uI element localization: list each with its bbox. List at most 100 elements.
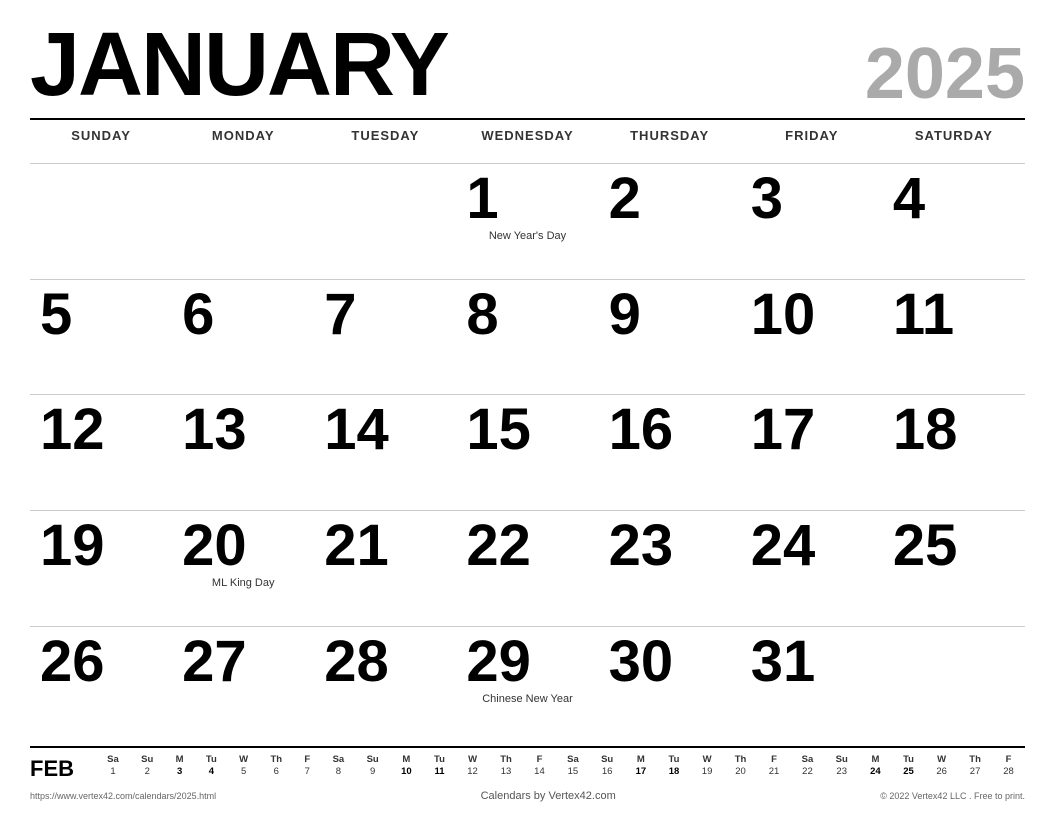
mini-day-number: 23 <box>824 765 859 778</box>
mini-day-number: 13 <box>489 765 523 778</box>
mini-day-header: M <box>390 754 423 765</box>
mini-day-header: W <box>456 754 489 765</box>
day-number: 29 <box>466 633 531 691</box>
mini-day-number: 16 <box>590 765 625 778</box>
mini-day-header: W <box>691 754 724 765</box>
year-title: 2025 <box>865 38 1025 110</box>
mini-day-header: Th <box>724 754 758 765</box>
day-number: 22 <box>466 517 531 575</box>
mini-day-number: 15 <box>556 765 590 778</box>
mini-day-header: Su <box>590 754 625 765</box>
mini-day-number: 1 <box>96 765 130 778</box>
day-cell: 21 <box>314 510 456 626</box>
day-number: 19 <box>40 517 105 575</box>
day-number: 17 <box>751 401 816 459</box>
calendar-container: JANUARY 2025 SUNDAYMONDAYTUESDAYWEDNESDA… <box>0 0 1055 814</box>
day-header: SUNDAY <box>30 122 172 163</box>
mini-day-header: M <box>859 754 892 765</box>
mini-calendar-section: FEB SaSuMTuWThFSaSuMTuWThFSaSuMTuWThFSaS… <box>30 746 1025 786</box>
mini-day-header: Th <box>958 754 992 765</box>
day-cell: 6 <box>172 279 314 395</box>
day-cell: 30 <box>599 626 741 742</box>
mini-day-header: F <box>992 754 1025 765</box>
day-number: 6 <box>182 286 214 344</box>
day-header: THURSDAY <box>599 122 741 163</box>
mini-day-header: F <box>758 754 791 765</box>
month-title: JANUARY <box>30 20 448 110</box>
mini-day-header: W <box>228 754 259 765</box>
mini-day-number: 25 <box>892 765 925 778</box>
day-cell: 12 <box>30 394 172 510</box>
mini-day-header: W <box>925 754 958 765</box>
mini-day-number: 2 <box>130 765 164 778</box>
day-cell: 17 <box>741 394 883 510</box>
day-number: 13 <box>182 401 247 459</box>
holiday-label: Chinese New Year <box>466 693 588 705</box>
day-cell: 11 <box>883 279 1025 395</box>
mini-day-number: 11 <box>423 765 456 778</box>
mini-day-header: M <box>164 754 194 765</box>
empty-cell <box>314 163 456 279</box>
mini-day-number: 19 <box>691 765 724 778</box>
day-number: 25 <box>893 517 958 575</box>
mini-day-header: Th <box>259 754 293 765</box>
day-number: 3 <box>751 170 783 228</box>
empty-cell <box>883 626 1025 742</box>
mini-day-header: Sa <box>321 754 355 765</box>
footer-row: https://www.vertex42.com/calendars/2025.… <box>30 786 1025 804</box>
day-cell: 5 <box>30 279 172 395</box>
day-header: SATURDAY <box>883 122 1025 163</box>
mini-day-number: 17 <box>624 765 657 778</box>
day-number: 15 <box>466 401 531 459</box>
calendar-grid: SUNDAYMONDAYTUESDAYWEDNESDAYTHURSDAYFRID… <box>30 122 1025 742</box>
header-divider <box>30 118 1025 120</box>
mini-day-number: 3 <box>164 765 194 778</box>
mini-day-header: Th <box>489 754 523 765</box>
day-number: 7 <box>324 286 356 344</box>
mini-day-header: Tu <box>657 754 690 765</box>
empty-cell <box>30 163 172 279</box>
empty-cell <box>172 163 314 279</box>
footer-url: https://www.vertex42.com/calendars/2025.… <box>30 791 216 801</box>
day-cell: 23 <box>599 510 741 626</box>
day-number: 30 <box>609 633 674 691</box>
day-cell: 13 <box>172 394 314 510</box>
mini-day-number: 7 <box>293 765 321 778</box>
mini-day-header: F <box>293 754 321 765</box>
day-cell: 18 <box>883 394 1025 510</box>
day-number: 4 <box>893 170 925 228</box>
day-number: 8 <box>466 286 498 344</box>
day-cell: 7 <box>314 279 456 395</box>
day-number: 9 <box>609 286 641 344</box>
mini-day-number: 6 <box>259 765 293 778</box>
mini-day-number: 27 <box>958 765 992 778</box>
day-cell: 9 <box>599 279 741 395</box>
day-cell: 27 <box>172 626 314 742</box>
day-number: 11 <box>893 286 954 344</box>
day-cell: 14 <box>314 394 456 510</box>
mini-day-number: 5 <box>228 765 259 778</box>
mini-day-number: 4 <box>195 765 228 778</box>
day-number: 24 <box>751 517 816 575</box>
mini-day-number: 14 <box>523 765 556 778</box>
mini-day-number: 10 <box>390 765 423 778</box>
day-header: MONDAY <box>172 122 314 163</box>
day-cell: 16 <box>599 394 741 510</box>
mini-day-number: 8 <box>321 765 355 778</box>
mini-day-number: 26 <box>925 765 958 778</box>
footer-center: Calendars by Vertex42.com <box>481 790 616 802</box>
day-cell: 2 <box>599 163 741 279</box>
day-number: 5 <box>40 286 72 344</box>
day-number: 16 <box>609 401 674 459</box>
day-cell: 20ML King Day <box>172 510 314 626</box>
day-number: 12 <box>40 401 105 459</box>
mini-day-header: Tu <box>423 754 456 765</box>
day-header: FRIDAY <box>741 122 883 163</box>
mini-day-header: Su <box>355 754 390 765</box>
mini-day-header: Su <box>824 754 859 765</box>
day-cell: 4 <box>883 163 1025 279</box>
day-number: 31 <box>751 633 816 691</box>
mini-day-header: Sa <box>96 754 130 765</box>
footer-copyright: © 2022 Vertex42 LLC . Free to print. <box>880 791 1025 801</box>
day-cell: 31 <box>741 626 883 742</box>
